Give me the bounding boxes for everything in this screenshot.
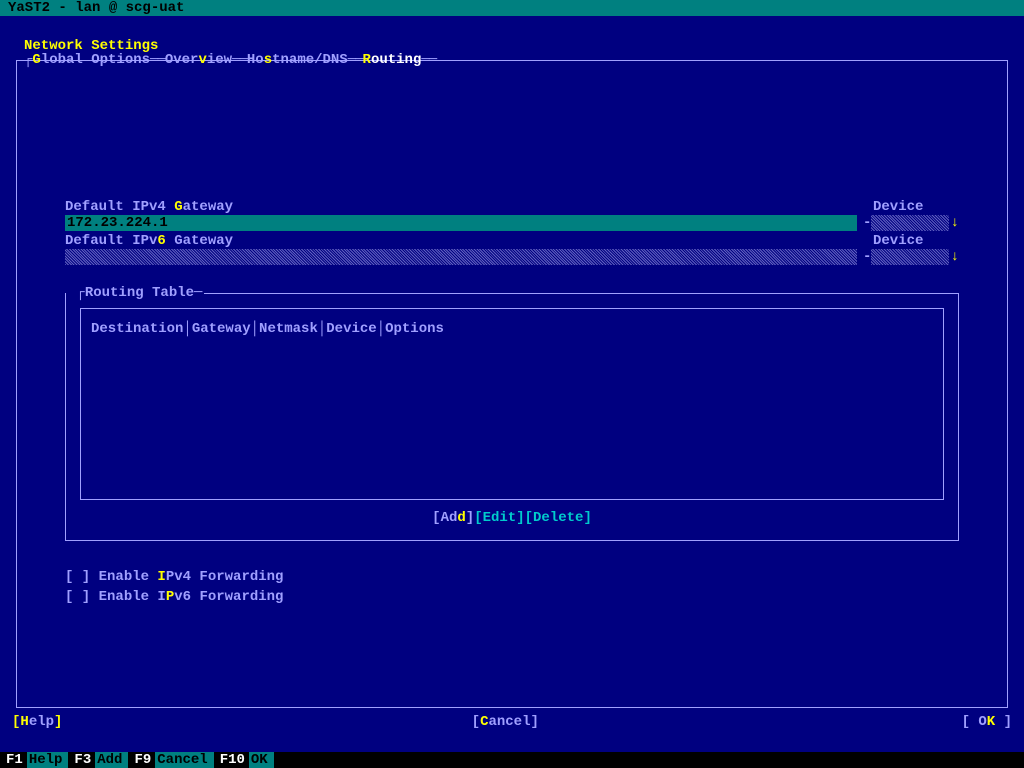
routing-table-frame: ┌Routing Table─ Destination│Gateway│Netm… [65,293,959,541]
tab-separator: ── [421,52,436,68]
routing-table-header: Destination│Gateway│Netmask│Device│Optio… [91,321,933,337]
ipv6-gateway-label: Default IPv6 Gateway [65,233,233,249]
ipv4-gateway-label: Default IPv4 Gateway [65,199,233,215]
ipv4-gateway-row: 172.23.224.1 - ↓ [65,215,959,231]
tab-hostname-dns[interactable]: Hostname/DNS [247,52,348,68]
tab-routing[interactable]: Routing [363,52,422,68]
ipv6-device-label: Device [863,233,959,249]
f10-key[interactable]: F10 [214,752,249,768]
ipv4-device-select[interactable]: - ↓ [863,215,959,231]
select-dash: - [863,249,871,265]
add-button[interactable]: [Add] [432,510,474,526]
routing-table[interactable]: Destination│Gateway│Netmask│Device│Optio… [80,308,944,500]
ipv4-gateway-input[interactable]: 172.23.224.1 [65,215,857,231]
f1-label: Help [27,752,69,768]
tab-bar: ┌ Global Options ── Overview ── Hostname… [24,52,436,68]
help-button[interactable]: [Help] [12,714,62,730]
ipv4-forwarding-checkbox[interactable]: [ ] Enable IPv4 Forwarding [65,569,959,585]
tab-separator: ── [348,52,363,68]
ok-button[interactable]: [ OK ] [962,714,1012,730]
tab-separator: ── [232,52,247,68]
tab-overview[interactable]: Overview [165,52,232,68]
f9-label: Cancel [155,752,213,768]
chevron-down-icon: ↓ [949,249,959,265]
bottom-button-bar: [Help] [Cancel] [ OK ] [12,714,1012,730]
title-bar: YaST2 - lan @ scg-uat [0,0,1024,16]
cancel-button[interactable]: [Cancel] [472,714,539,730]
ipv4-gateway-label-row: Default IPv4 Gateway Device [65,199,959,215]
ipv6-gateway-row: - ↓ [65,249,959,265]
page-title: Network Settings [0,16,1024,56]
title-text: YaST2 - lan @ scg-uat [8,0,184,16]
tab-global-options[interactable]: Global Options [32,52,150,68]
f9-key[interactable]: F9 [128,752,155,768]
f3-key[interactable]: F3 [68,752,95,768]
edit-button[interactable]: [Edit] [474,510,524,526]
select-body [871,249,949,265]
frame-corner: ┌ [24,52,32,68]
f3-label: Add [95,752,128,768]
ipv4-device-label: Device [863,199,959,215]
ipv6-forwarding-checkbox[interactable]: [ ] Enable IPv6 Forwarding [65,589,959,605]
select-body [871,215,949,231]
tab-separator: ── [150,52,165,68]
f10-label: OK [249,752,274,768]
routing-table-title: ┌Routing Table─ [66,285,204,301]
function-key-bar: F1Help F3Add F9Cancel F10OK [0,752,1024,768]
delete-button[interactable]: [Delete] [525,510,592,526]
select-dash: - [863,215,871,231]
content-area: Default IPv4 Gateway Device 172.23.224.1… [65,199,959,605]
f1-key[interactable]: F1 [0,752,27,768]
main-frame: Default IPv4 Gateway Device 172.23.224.1… [16,60,1008,708]
ipv6-gateway-input[interactable] [65,249,857,265]
routing-table-actions: [Add][Edit][Delete] [80,510,944,526]
ipv6-device-select[interactable]: - ↓ [863,249,959,265]
chevron-down-icon: ↓ [949,215,959,231]
ipv6-gateway-label-row: Default IPv6 Gateway Device [65,233,959,249]
